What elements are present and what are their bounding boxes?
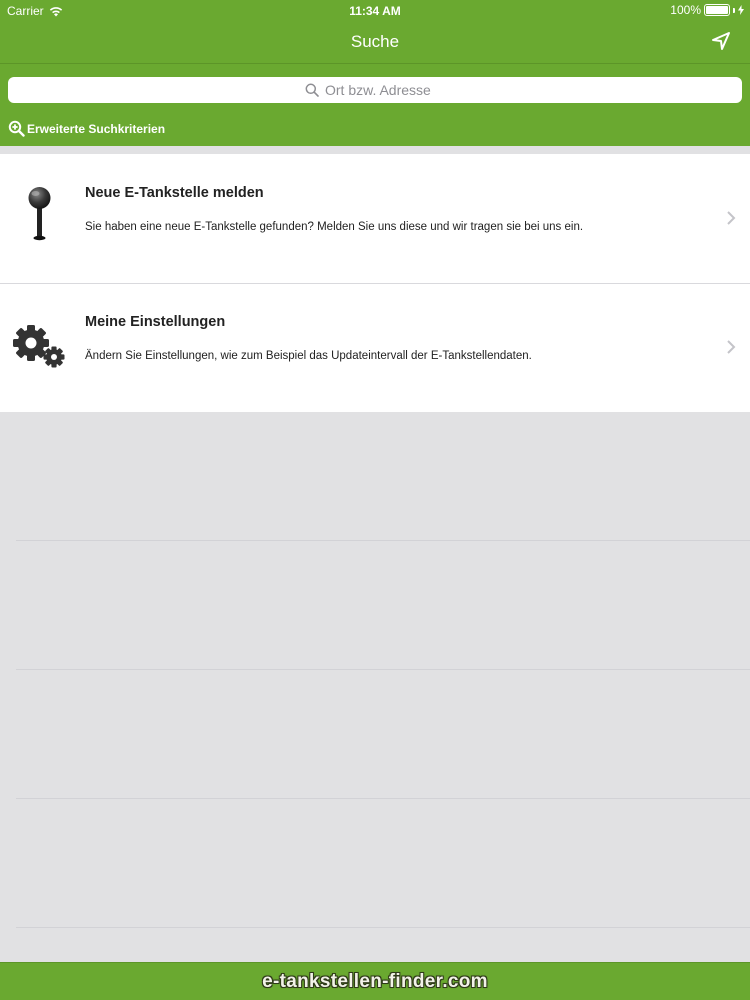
search-icon [305, 83, 319, 97]
battery-tip [733, 7, 735, 13]
chevron-right-icon [727, 340, 736, 354]
chevron-right-icon [727, 211, 736, 225]
status-right: 100% [670, 3, 744, 17]
menu-item-description: Sie haben eine neue E-Tankstelle gefunde… [85, 221, 584, 233]
gears-icon [13, 325, 65, 368]
menu-item-title: Neue E-Tankstelle melden [85, 185, 264, 201]
footer-banner: e-tankstellen-finder.com [0, 962, 750, 1000]
menu-item-description: Ändern Sie Einstellungen, wie zum Beispi… [85, 350, 532, 362]
status-time: 11:34 AM [349, 4, 401, 18]
battery-icon [704, 4, 730, 16]
empty-row-separator [16, 798, 750, 799]
nav-divider [0, 63, 750, 64]
charging-bolt-icon [738, 5, 744, 15]
status-bar: Carrier 11:34 AM 100% [0, 0, 750, 20]
location-button[interactable] [710, 30, 732, 52]
search-bar[interactable] [8, 77, 742, 103]
menu-list: Neue E-Tankstelle melden Sie haben eine … [0, 154, 750, 412]
battery-percent: 100% [670, 3, 701, 17]
page-title: Suche [350, 32, 400, 51]
advanced-search-label: Erweiterte Suchkriterien [27, 121, 166, 136]
empty-row-separator [16, 540, 750, 541]
zoom-in-icon [8, 120, 25, 137]
map-pin-icon [28, 187, 51, 241]
menu-item-settings[interactable]: Meine Einstellungen Ändern Sie Einstellu… [0, 283, 750, 412]
empty-row-separator [16, 927, 750, 928]
battery-fill [706, 6, 728, 14]
advanced-search-link[interactable]: Erweiterte Suchkriterien [8, 120, 165, 137]
footer-brand: e-tankstellen-finder.com [262, 970, 488, 992]
menu-item-report-station[interactable]: Neue E-Tankstelle melden Sie haben eine … [0, 154, 750, 284]
search-input[interactable] [325, 82, 445, 98]
menu-item-title: Meine Einstellungen [85, 314, 226, 330]
empty-row-separator [16, 669, 750, 670]
location-arrow-icon [712, 32, 730, 50]
